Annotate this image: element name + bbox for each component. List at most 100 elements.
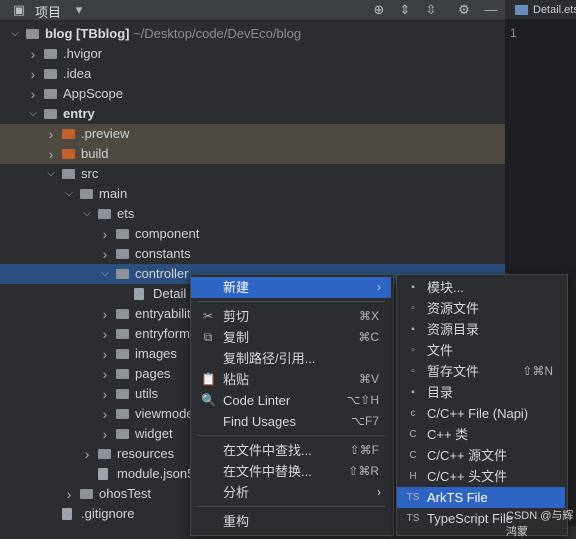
folder-icon xyxy=(116,349,129,359)
tree-row[interactable]: ⌵ main xyxy=(0,184,505,204)
tree-row-label: build xyxy=(81,146,109,161)
chevron-right-icon[interactable]: › xyxy=(100,384,110,404)
submenu-item[interactable]: ▫ 暂存文件 ⇧⌘N xyxy=(397,361,565,382)
tree-row[interactable]: › component xyxy=(0,224,505,244)
submenu-item-icon: H xyxy=(409,471,417,482)
submenu-item-label: 文件 xyxy=(427,343,454,358)
folder-icon xyxy=(116,369,129,379)
chevron-down-icon[interactable]: ⌵ xyxy=(82,204,92,224)
chevron-right-icon[interactable]: › xyxy=(100,244,110,264)
context-menu-item[interactable]: 🔍 Code Linter ⌥⇧H xyxy=(191,390,391,411)
context-menu-item[interactable]: 📋 粘贴 ⌘V xyxy=(191,369,391,390)
tree-row[interactable]: › build xyxy=(0,144,505,164)
tree-row-label: viewmodel xyxy=(135,406,197,421)
chevron-right-icon[interactable]: › xyxy=(100,404,110,424)
chevron-down-icon[interactable]: ▾ xyxy=(70,1,88,19)
submenu-item[interactable]: ▪ 目录 xyxy=(397,382,565,403)
context-menu-item[interactable]: 在文件中查找... ⇧⌘F xyxy=(191,440,391,461)
tree-row[interactable]: ⌵ src xyxy=(0,164,505,184)
menu-item-label: 新建 xyxy=(223,280,250,295)
tree-row[interactable]: › .preview xyxy=(0,124,505,144)
chevron-down-icon[interactable]: ⌵ xyxy=(100,264,110,284)
submenu-item[interactable]: ▫ 文件 xyxy=(397,340,565,361)
chevron-right-icon[interactable]: › xyxy=(100,324,110,344)
tree-row-label: blog [TBblog] ~/Desktop/code/DevEco/blog xyxy=(45,26,302,41)
chevron-right-icon[interactable]: › xyxy=(28,64,38,84)
menu-item-shortcut: ⇧⌘F xyxy=(349,443,379,457)
minimize-icon[interactable]: — xyxy=(482,1,500,19)
submenu-item-label: 模块... xyxy=(427,280,464,295)
folder-icon xyxy=(80,189,93,199)
tree-row-label: entry xyxy=(63,106,95,121)
context-menu-item[interactable]: ⧉ 复制 ⌘C xyxy=(191,327,391,348)
chevron-right-icon[interactable]: › xyxy=(64,484,74,504)
menu-item-label: Find Usages xyxy=(223,414,296,429)
tree-row[interactable]: ⌵ entry xyxy=(0,104,505,124)
submenu-item-icon: C xyxy=(409,450,417,461)
chevron-right-icon[interactable]: › xyxy=(28,84,38,104)
submenu-item-icon: ▫ xyxy=(411,345,415,356)
menu-item-shortcut: ⌥F7 xyxy=(351,414,379,428)
collapse-all-icon[interactable]: ⇳ xyxy=(422,1,440,19)
chevron-right-icon[interactable]: › xyxy=(28,44,38,64)
tree-row[interactable]: ⌵ ets xyxy=(0,204,505,224)
folder-icon xyxy=(116,329,129,339)
context-menu-item[interactable]: 分析 › xyxy=(191,482,391,503)
gear-icon[interactable]: ⚙ xyxy=(455,1,473,19)
chevron-right-icon[interactable]: › xyxy=(46,124,56,144)
folder-icon xyxy=(62,169,75,179)
submenu-item-label: C/C++ 头文件 xyxy=(427,469,508,484)
watermark: CSDN @与辉鸿蒙 xyxy=(506,510,574,538)
menu-item-shortcut: ⌘C xyxy=(358,330,379,344)
submenu-item[interactable]: H C/C++ 头文件 xyxy=(397,466,565,487)
submenu-item-label: 目录 xyxy=(427,385,454,400)
tree-row[interactable]: ⌵ blog [TBblog] ~/Desktop/code/DevEco/blo… xyxy=(0,24,505,44)
tree-row[interactable]: › constants xyxy=(0,244,505,264)
submenu-item[interactable]: TS ArkTS File xyxy=(397,487,565,508)
chevron-right-icon[interactable]: › xyxy=(46,144,56,164)
chevron-down-icon[interactable]: ⌵ xyxy=(28,104,38,124)
chevron-right-icon[interactable]: › xyxy=(82,444,92,464)
chevron-right-icon[interactable]: › xyxy=(100,424,110,444)
project-path: ~/Desktop/code/DevEco/blog xyxy=(129,26,302,41)
context-menu-item[interactable]: 新建 › xyxy=(191,277,391,298)
submenu-item-icon: TS xyxy=(406,492,420,503)
submenu-item[interactable]: C C/C++ 源文件 xyxy=(397,445,565,466)
chevron-right-icon[interactable]: › xyxy=(100,344,110,364)
chevron-down-icon[interactable]: ⌵ xyxy=(64,184,74,204)
chevron-right-icon[interactable]: › xyxy=(100,224,110,244)
tree-row[interactable]: › .idea xyxy=(0,64,505,84)
chevron-down-icon[interactable]: ⌵ xyxy=(46,164,56,184)
tree-row-label: .hvigor xyxy=(63,46,103,61)
locate-icon[interactable]: ⊕ xyxy=(370,1,388,19)
expand-all-icon[interactable]: ⇕ xyxy=(396,1,414,19)
line-number: 1 xyxy=(510,26,517,40)
tab-detail[interactable]: Detail.ets xyxy=(505,0,576,20)
submenu-item[interactable]: c C/C++ File (Napi) xyxy=(397,403,565,424)
tree-row-label: component xyxy=(135,226,200,241)
submenu-item[interactable]: ▫ 资源文件 xyxy=(397,298,565,319)
context-menu-item[interactable]: 重构 xyxy=(191,511,391,532)
submenu-item-icon: ▪ xyxy=(411,387,415,398)
chevron-right-icon[interactable]: › xyxy=(100,304,110,324)
tree-row-label: widget xyxy=(135,426,173,441)
context-menu-item[interactable]: 在文件中替换... ⇧⌘R xyxy=(191,461,391,482)
submenu-item[interactable]: C C++ 类 xyxy=(397,424,565,445)
context-menu-item[interactable]: ✂ 剪切 ⌘X xyxy=(191,306,391,327)
context-menu-item[interactable]: 复制路径/引用... xyxy=(191,348,391,369)
chevron-down-icon[interactable]: ⌵ xyxy=(10,24,20,44)
submenu-item-icon: ▪ xyxy=(411,324,415,335)
submenu-item[interactable]: ▪ 资源目录 xyxy=(397,319,565,340)
submenu-item[interactable]: ▪ 模块... xyxy=(397,277,565,298)
tree-row[interactable]: › AppScope xyxy=(0,84,505,104)
chevron-right-icon[interactable]: › xyxy=(100,364,110,384)
context-menu-item[interactable]: Find Usages ⌥F7 xyxy=(191,411,391,432)
project-view-title[interactable]: 项目 xyxy=(35,2,61,21)
file-icon xyxy=(134,288,144,300)
folder-icon xyxy=(80,489,93,499)
folder-icon xyxy=(116,269,129,279)
tree-row[interactable]: › .hvigor xyxy=(0,44,505,64)
submenu-item-label: ArkTS File xyxy=(427,490,488,505)
tree-row-label: .idea xyxy=(63,66,92,81)
menu-item-shortcut: ⌘X xyxy=(358,309,379,323)
